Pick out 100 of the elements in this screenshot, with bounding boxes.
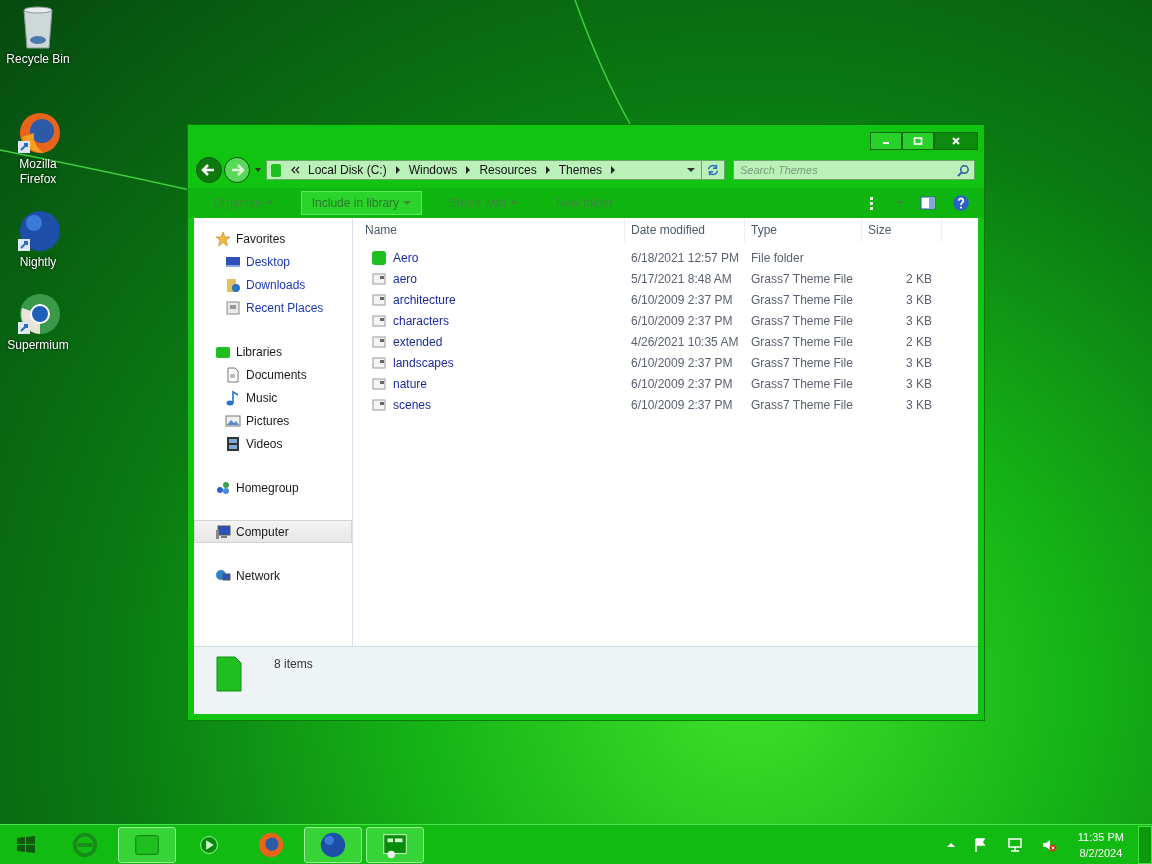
maximize-button[interactable]	[902, 132, 934, 150]
type-cell-text: Grass7 Theme File	[750, 376, 854, 391]
nav-item[interactable]: Computer	[194, 520, 352, 543]
nav-item[interactable]: Music	[194, 386, 352, 409]
desktop-icon-label[interactable]: Mozilla Firefox	[0, 157, 76, 187]
document-icon	[225, 366, 241, 383]
show-desktop-button[interactable]	[1138, 825, 1152, 864]
homegroup-icon	[215, 479, 231, 496]
refresh-button[interactable]	[701, 160, 725, 180]
file-name[interactable]: architecture	[393, 292, 456, 307]
breadcrumb-item[interactable]: Resources	[479, 163, 537, 177]
desktop-icon-label[interactable]: Supermium	[0, 338, 76, 353]
nav-item[interactable]: Favorites	[194, 227, 352, 250]
nav-item[interactable]: Desktop	[194, 250, 352, 273]
nav-item[interactable]: Pictures	[194, 409, 352, 432]
column-header[interactable]: Date modified	[625, 218, 745, 242]
minimize-button[interactable]	[870, 132, 902, 150]
nav-item[interactable]: Network	[194, 564, 352, 587]
caret-icon[interactable]	[687, 166, 695, 174]
music-icon	[225, 389, 241, 406]
file-name[interactable]: scenes	[393, 397, 432, 412]
clock-date: 8/2/2024	[1079, 845, 1123, 861]
star-icon	[215, 230, 231, 247]
breadcrumb-item[interactable]: Themes	[558, 163, 603, 177]
computer-icon	[215, 523, 231, 540]
size-cell-text: 2 KB	[905, 334, 933, 349]
videos-icon	[225, 435, 241, 452]
arrow-icon[interactable]	[394, 166, 401, 174]
taskbar-button[interactable]	[366, 826, 424, 863]
size-cell-text: 3 KB	[905, 355, 933, 370]
file-icon	[371, 375, 387, 392]
file-icon	[371, 270, 387, 287]
help-icon[interactable]	[952, 194, 970, 212]
size-cell-text: 3 KB	[905, 313, 933, 328]
arrow-icon[interactable]	[610, 166, 617, 174]
date-cell-text: 6/10/2009 2:37 PM	[630, 397, 734, 412]
network-icon	[215, 567, 231, 584]
arrow-icon[interactable]	[544, 166, 551, 174]
file-name[interactable]: landscapes	[393, 355, 454, 370]
date-cell-text: 4/26/2021 10:35 AM	[630, 334, 740, 349]
column-header[interactable]: Type	[745, 218, 862, 242]
type-cell-text: Grass7 Theme File	[750, 313, 854, 328]
breadcrumb-item[interactable]: Windows	[408, 163, 458, 177]
file-name[interactable]: characters	[393, 313, 450, 328]
downloads-icon	[225, 276, 241, 293]
recent-icon	[225, 299, 241, 316]
item-count: 8 items	[274, 657, 313, 671]
breadcrumb-item[interactable]: Local Disk (C:)	[308, 163, 387, 177]
search-field[interactable]: Search Themes	[733, 160, 975, 180]
nav-item[interactable]: Videos	[194, 432, 352, 455]
file-icon	[371, 396, 387, 413]
address-bar[interactable]: Local Disk (C:) Windows Resources Themes	[266, 160, 702, 180]
date-cell-text: 6/10/2009 2:37 PM	[630, 376, 734, 391]
type-cell-text: Grass7 Theme File	[750, 292, 854, 307]
file-name[interactable]: Aero	[393, 250, 419, 265]
nav-item[interactable]: Documents	[194, 363, 352, 386]
size-cell-text: 3 KB	[905, 376, 933, 391]
date-cell-text: 6/10/2009 2:37 PM	[630, 313, 734, 328]
pictures-icon	[225, 412, 241, 429]
refresh-icon[interactable]	[706, 163, 720, 177]
column-header[interactable]: Size	[862, 218, 942, 242]
arrow-icon[interactable]	[465, 166, 472, 174]
type-cell-text: Grass7 Theme File	[750, 355, 854, 370]
caret-icon[interactable]	[254, 166, 262, 174]
size-cell-text: 3 KB	[905, 292, 933, 307]
taskbar-button[interactable]	[304, 826, 362, 863]
nav-item[interactable]: Libraries	[194, 340, 352, 363]
file-icon	[371, 333, 387, 350]
date-cell-text: 6/10/2009 2:37 PM	[630, 292, 734, 307]
nav-item[interactable]: Downloads	[194, 273, 352, 296]
date-cell-text: 5/17/2021 8:48 AM	[630, 271, 733, 286]
file-icon	[371, 291, 387, 308]
preview-pane-icon[interactable]	[920, 195, 936, 211]
chevrons-icon[interactable]	[290, 166, 300, 174]
size-cell-text: 3 KB	[905, 397, 933, 412]
folder-icon	[270, 162, 282, 178]
file-icon	[371, 354, 387, 371]
network-icon[interactable]	[1006, 836, 1023, 853]
file-name[interactable]: nature	[393, 376, 428, 391]
search-icon[interactable]	[957, 164, 970, 177]
date-cell-text: 6/10/2009 2:37 PM	[630, 355, 734, 370]
show-hidden-icons[interactable]	[946, 840, 955, 849]
type-cell-text: Grass7 Theme File	[750, 271, 854, 286]
file-name[interactable]: extended	[393, 334, 443, 349]
close-icon[interactable]	[951, 136, 961, 146]
file-icon	[371, 312, 387, 329]
close-button[interactable]	[934, 132, 978, 150]
date-cell-text: 6/18/2021 12:57 PM	[630, 250, 741, 265]
type-cell-text: Grass7 Theme File	[750, 334, 854, 349]
desktop-icon-label[interactable]: Nightly	[0, 255, 76, 270]
nav-item[interactable]: Recent Places	[194, 296, 352, 319]
taskbar-button[interactable]	[118, 826, 176, 863]
desktop-icon-label[interactable]: Recycle Bin	[0, 52, 76, 67]
file-name[interactable]: aero	[393, 271, 418, 286]
nav-item[interactable]: Homegroup	[194, 476, 352, 499]
type-cell-text: Grass7 Theme File	[750, 397, 854, 412]
column-header[interactable]: Name	[353, 218, 625, 242]
clock-time: 11:35 PM	[1077, 829, 1124, 845]
type-cell-text: File folder	[750, 250, 805, 265]
size-cell-text: 2 KB	[905, 271, 933, 286]
